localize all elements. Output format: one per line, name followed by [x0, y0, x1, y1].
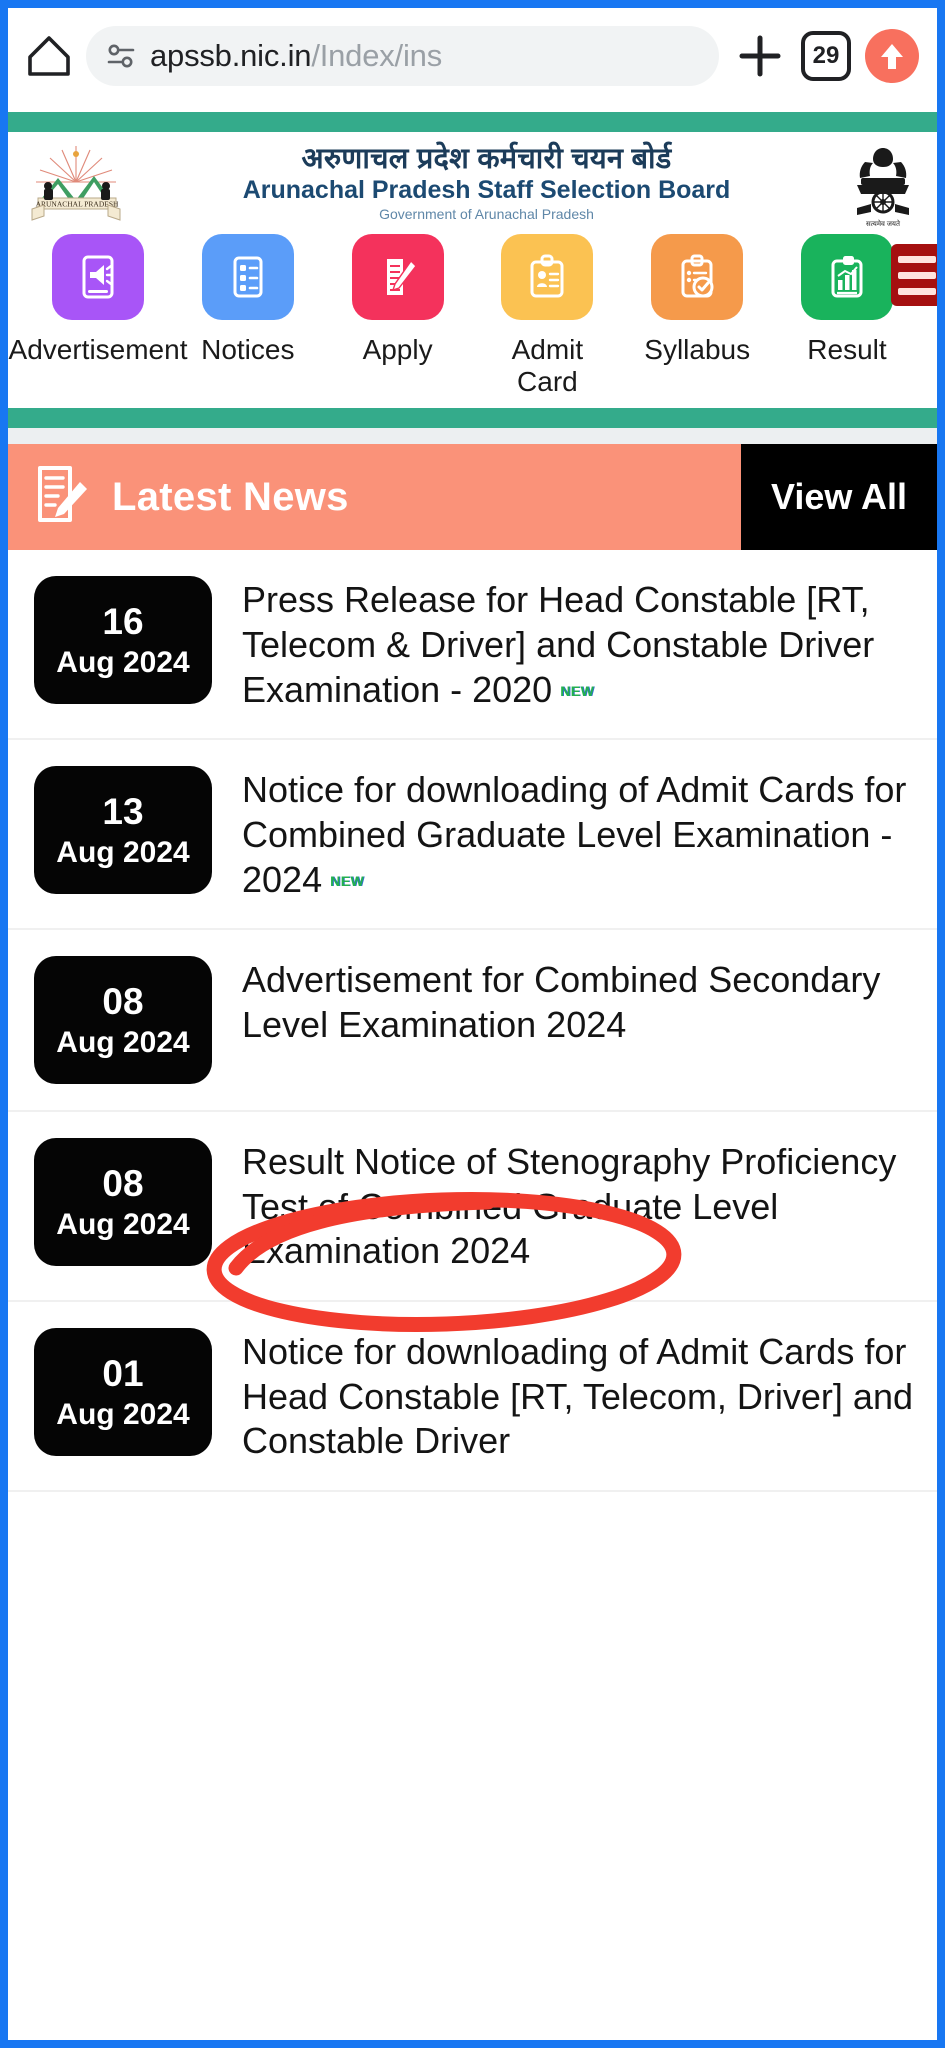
quicknav-label: Notices: [201, 334, 295, 365]
news-item-text: Notice for downloading of Admit Cards fo…: [242, 1331, 913, 1462]
new-badge-icon: NEW: [330, 873, 365, 890]
news-date-badge: 01 Aug 2024: [34, 1328, 212, 1456]
national-emblem-icon: सत्यमेव जयते: [843, 142, 923, 230]
site-title-english: Arunachal Pradesh Staff Selection Board: [242, 176, 731, 205]
news-date-month-year: Aug 2024: [56, 1025, 190, 1059]
megaphone-announcement-icon[interactable]: [52, 234, 144, 320]
quicknav-label: Advertisement: [8, 334, 188, 365]
svg-text:ARUNACHAL PRADESH: ARUNACHAL PRADESH: [36, 200, 119, 209]
top-teal-strip: [8, 112, 937, 132]
news-list-item[interactable]: 08 Aug 2024 Result Notice of Stenography…: [8, 1112, 937, 1302]
news-date-month-year: Aug 2024: [56, 1207, 190, 1241]
view-all-button[interactable]: View All: [741, 444, 937, 551]
news-item-text-wrap[interactable]: Result Notice of Stenography Proficiency…: [242, 1138, 915, 1274]
hamburger-line: [898, 287, 936, 295]
site-title-hindi: अरुणाचल प्रदेश कर्मचारी चयन बोर्ड: [301, 143, 672, 175]
viewport-top-gap: [8, 104, 937, 112]
home-icon[interactable]: [26, 33, 72, 79]
address-bar[interactable]: apssb.nic.in/Index/ins: [86, 26, 719, 86]
news-date-day: 16: [102, 600, 144, 642]
news-date-day: 01: [102, 1352, 144, 1394]
url-text[interactable]: apssb.nic.in/Index/ins: [150, 38, 442, 74]
section-gap: [8, 428, 937, 445]
news-item-text-wrap[interactable]: Notice for downloading of Admit Cards fo…: [242, 766, 915, 902]
tab-count: 29: [812, 42, 840, 69]
id-card-icon[interactable]: [501, 234, 594, 320]
news-date-badge: 08 Aug 2024: [34, 1138, 212, 1267]
news-list-item[interactable]: 16 Aug 2024 Press Release for Head Const…: [8, 550, 937, 741]
quicknav-label: Admit Card: [511, 334, 584, 398]
brand-text: अरुणाचल प्रदेश कर्मचारी चयन बोर्ड Arunac…: [130, 142, 843, 221]
news-item-text-wrap[interactable]: Press Release for Head Constable [RT, Te…: [242, 576, 915, 712]
quicknav-item-admit-card[interactable]: Admit Card: [485, 234, 609, 398]
svg-text:सत्यमेव जयते: सत्यमेव जयते: [866, 219, 901, 228]
bottom-teal-strip: [8, 408, 937, 429]
news-list-item[interactable]: 01 Aug 2024 Notice for downloading of Ad…: [8, 1302, 937, 1492]
news-list: 16 Aug 2024 Press Release for Head Const…: [8, 550, 937, 1492]
news-date-day: 08: [102, 1162, 144, 1204]
news-date-badge: 16 Aug 2024: [34, 576, 212, 705]
latest-news-title: Latest News: [112, 474, 349, 519]
upload-arrow-icon[interactable]: [865, 29, 919, 83]
news-date-badge: 13 Aug 2024: [34, 766, 212, 895]
chart-result-icon[interactable]: [800, 234, 893, 320]
url-path: /Index/ins: [311, 38, 443, 73]
quick-nav: Advertisement Notices Apply Admit Card S…: [8, 230, 937, 408]
quicknav-label: Apply: [362, 334, 433, 365]
quicknav-item-syllabus[interactable]: Syllabus: [635, 234, 759, 398]
latest-news-title-group: Latest News: [8, 444, 741, 550]
form-pencil-icon[interactable]: [351, 234, 444, 320]
hamburger-line: [898, 271, 936, 279]
site-permissions-icon[interactable]: [106, 41, 136, 71]
tab-switcher-button[interactable]: 29: [801, 31, 851, 81]
news-item-text: Advertisement for Combined Secondary Lev…: [242, 959, 881, 1045]
news-item-text-wrap[interactable]: Notice for downloading of Admit Cards fo…: [242, 1328, 915, 1464]
clipboard-check-icon[interactable]: [651, 234, 744, 320]
hamburger-line: [898, 255, 936, 263]
news-edit-icon: [34, 464, 90, 531]
news-date-month-year: Aug 2024: [56, 645, 190, 679]
site-header: ARUNACHAL PRADESH अरुणाचल प्रदेश कर्मचार…: [8, 132, 937, 409]
url-domain: apssb.nic.in: [150, 38, 312, 73]
news-item-text-wrap[interactable]: Advertisement for Combined Secondary Lev…: [242, 956, 915, 1047]
quicknav-label: Syllabus: [644, 334, 751, 365]
quicknav-item-advertisement[interactable]: Advertisement: [9, 234, 187, 398]
new-tab-button[interactable]: [733, 29, 787, 83]
latest-news-header: Latest News View All: [8, 444, 937, 551]
quicknav-item-apply[interactable]: Apply: [336, 234, 460, 398]
news-item-text: Result Notice of Stenography Proficiency…: [242, 1141, 897, 1272]
document-list-icon[interactable]: [201, 234, 294, 320]
page-viewport: ARUNACHAL PRADESH अरुणाचल प्रदेश कर्मचार…: [8, 104, 937, 2040]
quicknav-label: Result: [807, 334, 887, 365]
news-list-item[interactable]: 13 Aug 2024 Notice for downloading of Ad…: [8, 740, 937, 931]
news-list-item[interactable]: 08 Aug 2024 Advertisement for Combined S…: [8, 930, 937, 1113]
news-date-day: 08: [102, 980, 144, 1022]
site-subtitle: Government of Arunachal Pradesh: [379, 205, 594, 222]
screenshot-root: apssb.nic.in/Index/ins 29 ARUNACHAL PRAD…: [0, 0, 945, 2048]
news-date-day: 13: [102, 790, 144, 832]
arunachal-pradesh-emblem-icon: ARUNACHAL PRADESH: [22, 142, 130, 224]
news-item-text: Press Release for Head Constable [RT, Te…: [242, 579, 875, 710]
browser-toolbar: apssb.nic.in/Index/ins 29: [8, 8, 937, 104]
quicknav-item-notices[interactable]: Notices: [186, 234, 310, 398]
news-date-month-year: Aug 2024: [56, 1397, 190, 1431]
new-badge-icon: NEW: [560, 683, 595, 700]
news-date-month-year: Aug 2024: [56, 835, 190, 869]
brand-row: ARUNACHAL PRADESH अरुणाचल प्रदेश कर्मचार…: [8, 138, 937, 230]
news-date-badge: 08 Aug 2024: [34, 956, 212, 1085]
hamburger-menu-icon[interactable]: [891, 244, 937, 306]
